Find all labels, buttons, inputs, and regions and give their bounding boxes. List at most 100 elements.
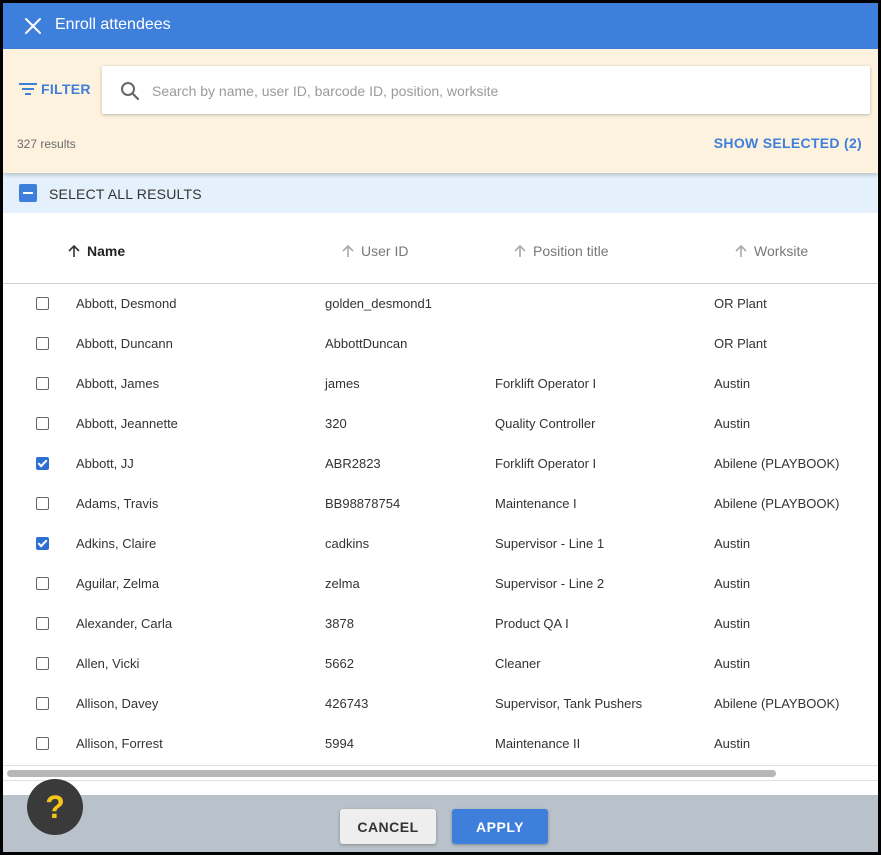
sort-arrow-up-icon — [342, 244, 354, 257]
cell-position: Forklift Operator I — [495, 376, 597, 391]
cell-worksite: Austin — [714, 736, 751, 751]
cell-position: Supervisor, Tank Pushers — [495, 696, 643, 711]
row-checkbox[interactable] — [36, 657, 49, 670]
cell-worksite: OR Plant — [714, 296, 767, 311]
select-all-label[interactable]: SELECT ALL RESULTS — [49, 186, 202, 202]
row-checkbox[interactable] — [36, 497, 49, 510]
table-row[interactable]: Aguilar, Zelma zelma Supervisor - Line 2 Au… — [3, 564, 878, 604]
cell-position: Maintenance I — [495, 496, 577, 511]
cell-name: Abbott, James — [76, 376, 160, 391]
row-checkbox[interactable] — [36, 737, 49, 750]
cell-position: Cleaner — [495, 656, 541, 671]
cell-worksite: Austin — [714, 656, 751, 671]
cell-user-id: ABR2823 — [325, 456, 381, 471]
cell-position: Product QA I — [495, 616, 569, 631]
table-row[interactable]: Allison, Forrest 5994 Maintenance II Austin — [3, 724, 878, 764]
dialog-title: Enroll attendees — [55, 16, 171, 33]
cell-worksite: Austin — [714, 536, 751, 551]
filter-bar: FILTER 327 results SHOW SELECTED (2) — [3, 49, 878, 173]
cell-user-id: BB98878754 — [325, 496, 401, 511]
close-icon[interactable] — [23, 16, 43, 36]
cell-user-id: AbbottDuncan — [325, 336, 408, 351]
table-header: Name User ID Position title Worksite — [3, 213, 878, 284]
cell-name: Abbott, Desmond — [76, 296, 177, 311]
dialog-header: Enroll attendees — [3, 3, 878, 49]
table-row[interactable]: Abbott, Duncann AbbottDuncan OR Plant — [3, 324, 878, 364]
cell-position: Supervisor - Line 2 — [495, 576, 605, 591]
cell-name: Abbott, Duncann — [76, 336, 173, 351]
column-header-position-title[interactable]: Position title — [513, 243, 608, 259]
cell-position: Supervisor - Line 1 — [495, 536, 605, 551]
search-box — [102, 66, 870, 114]
show-selected-button[interactable]: SHOW SELECTED (2) — [714, 135, 862, 151]
filter-label: FILTER — [41, 81, 91, 97]
cell-name: Allison, Forrest — [76, 736, 163, 751]
cell-name: Adams, Travis — [76, 496, 159, 511]
dialog-footer: CANCEL APPLY — [3, 795, 878, 852]
enroll-dialog: Enroll attendees FILTER 327 results SHOW… — [3, 3, 878, 852]
row-checkbox[interactable] — [36, 417, 49, 430]
help-button[interactable]: ? — [27, 779, 83, 835]
row-checkbox[interactable] — [36, 537, 49, 550]
question-mark-icon: ? — [45, 788, 65, 825]
cell-worksite: Abilene (PLAYBOOK) — [714, 456, 840, 471]
cell-worksite: Austin — [714, 616, 751, 631]
results-count: 327 results — [17, 137, 76, 151]
sort-arrow-up-icon — [514, 244, 526, 257]
cell-user-id: 5994 — [325, 736, 354, 751]
cell-user-id: 5662 — [325, 656, 354, 671]
cell-name: Abbott, Jeannette — [76, 416, 178, 431]
table-row[interactable]: Alexander, Carla 3878 Product QA I Austin — [3, 604, 878, 644]
cell-user-id: golden_desmond1 — [325, 296, 432, 311]
cell-worksite: Austin — [714, 416, 751, 431]
cell-user-id: 3878 — [325, 616, 354, 631]
select-all-bar: SELECT ALL RESULTS — [3, 173, 878, 213]
column-header-name[interactable]: Name — [67, 243, 125, 259]
cancel-button[interactable]: CANCEL — [340, 809, 436, 844]
row-checkbox[interactable] — [36, 697, 49, 710]
column-header-worksite[interactable]: Worksite — [734, 243, 808, 259]
cell-worksite: Abilene (PLAYBOOK) — [714, 496, 840, 511]
search-icon — [121, 82, 140, 101]
row-checkbox[interactable] — [36, 337, 49, 350]
cell-name: Allen, Vicki — [76, 656, 140, 671]
column-header-user-id[interactable]: User ID — [341, 243, 408, 259]
attendee-list: Abbott, Desmond golden_desmond1 OR Plant A… — [3, 284, 878, 764]
row-checkbox[interactable] — [36, 457, 49, 470]
table-row[interactable]: Adkins, Claire cadkins Supervisor - Line 1… — [3, 524, 878, 564]
cell-position: Quality Controller — [495, 416, 596, 431]
cell-user-id: cadkins — [325, 536, 370, 551]
cell-user-id: zelma — [325, 576, 360, 591]
table-row[interactable]: Allison, Davey 426743 Supervisor, Tank Pus… — [3, 684, 878, 724]
cell-name: Abbott, JJ — [76, 456, 134, 471]
sort-arrow-up-icon — [68, 244, 80, 257]
cell-name: Aguilar, Zelma — [76, 576, 160, 591]
row-checkbox[interactable] — [36, 377, 49, 390]
cell-worksite: Austin — [714, 376, 751, 391]
cell-position: Forklift Operator I — [495, 456, 597, 471]
search-input[interactable] — [150, 78, 854, 104]
table-row[interactable]: Abbott, Jeannette 320 Quality Controller Au… — [3, 404, 878, 444]
filter-button[interactable]: FILTER — [18, 79, 91, 99]
table-row[interactable]: Abbott, James james Forklift Operator I Aus… — [3, 364, 878, 404]
cell-user-id: james — [325, 376, 360, 391]
horizontal-scrollbar[interactable] — [3, 765, 878, 781]
cell-user-id: 320 — [325, 416, 347, 431]
cell-position: Maintenance II — [495, 736, 581, 751]
row-checkbox[interactable] — [36, 577, 49, 590]
table-row[interactable]: Abbott, JJ ABR2823 Forklift Operator I Abil… — [3, 444, 878, 484]
table-row[interactable]: Allen, Vicki 5662 Cleaner Austin — [3, 644, 878, 684]
table-row[interactable]: Abbott, Desmond golden_desmond1 OR Plant — [3, 284, 878, 324]
cell-name: Adkins, Claire — [76, 536, 157, 551]
filter-icon — [19, 83, 37, 95]
sort-arrow-up-icon — [735, 244, 747, 257]
cell-name: Allison, Davey — [76, 696, 159, 711]
select-all-checkbox[interactable] — [19, 184, 37, 202]
cell-worksite: Abilene (PLAYBOOK) — [714, 696, 840, 711]
apply-button[interactable]: APPLY — [452, 809, 548, 844]
table-row[interactable]: Adams, Travis BB98878754 Maintenance I Abil… — [3, 484, 878, 524]
cell-name: Alexander, Carla — [76, 616, 173, 631]
row-checkbox[interactable] — [36, 297, 49, 310]
scrollbar-thumb[interactable] — [7, 770, 776, 777]
row-checkbox[interactable] — [36, 617, 49, 630]
